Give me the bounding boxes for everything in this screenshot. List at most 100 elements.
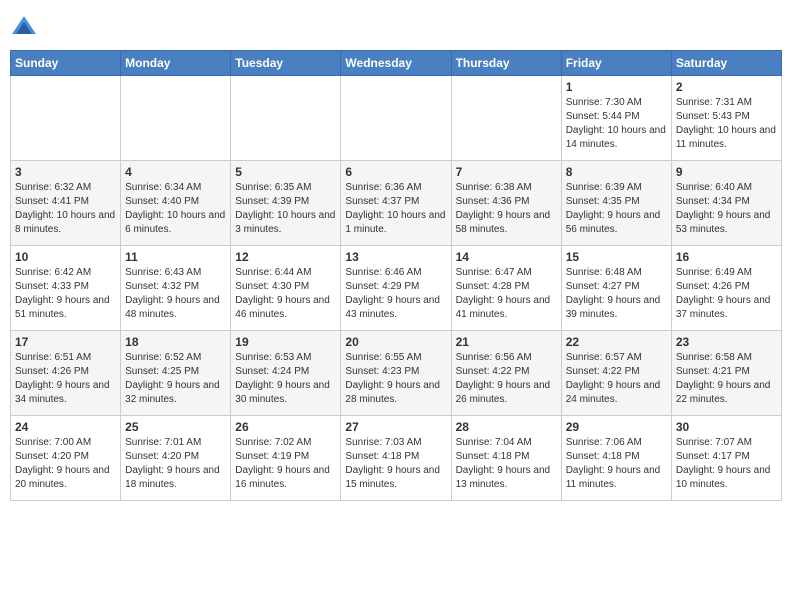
day-number: 15 — [566, 250, 667, 264]
day-info: Sunrise: 6:43 AM Sunset: 4:32 PM Dayligh… — [125, 266, 226, 322]
day-cell: 28Sunrise: 7:04 AM Sunset: 4:18 PM Dayli… — [451, 416, 561, 501]
day-info: Sunrise: 6:40 AM Sunset: 4:34 PM Dayligh… — [676, 181, 777, 237]
day-info: Sunrise: 6:55 AM Sunset: 4:23 PM Dayligh… — [345, 351, 446, 407]
col-header-monday: Monday — [121, 51, 231, 76]
day-number: 9 — [676, 165, 777, 179]
day-info: Sunrise: 6:53 AM Sunset: 4:24 PM Dayligh… — [235, 351, 336, 407]
day-cell — [231, 76, 341, 161]
day-info: Sunrise: 7:04 AM Sunset: 4:18 PM Dayligh… — [456, 436, 557, 492]
day-number: 23 — [676, 335, 777, 349]
day-info: Sunrise: 6:46 AM Sunset: 4:29 PM Dayligh… — [345, 266, 446, 322]
day-number: 24 — [15, 420, 116, 434]
day-info: Sunrise: 6:47 AM Sunset: 4:28 PM Dayligh… — [456, 266, 557, 322]
calendar-table: SundayMondayTuesdayWednesdayThursdayFrid… — [10, 50, 782, 501]
day-number: 27 — [345, 420, 446, 434]
day-cell: 12 Sunrise: 6:44 AM Sunset: 4:30 PM Dayli… — [231, 246, 341, 331]
day-number: 29 — [566, 420, 667, 434]
day-number: 2 — [676, 80, 777, 94]
week-row-2: 3 Sunrise: 6:32 AM Sunset: 4:41 PM Daylig… — [11, 161, 782, 246]
day-cell: 15 Sunrise: 6:48 AM Sunset: 4:27 PM Dayli… — [561, 246, 671, 331]
day-info: Sunrise: 7:02 AM Sunset: 4:19 PM Dayligh… — [235, 436, 336, 492]
day-info: Sunrise: 7:30 AM Sunset: 5:44 PM Dayligh… — [566, 96, 667, 152]
day-number: 19 — [235, 335, 336, 349]
day-info: Sunrise: 6:52 AM Sunset: 4:25 PM Dayligh… — [125, 351, 226, 407]
day-number: 16 — [676, 250, 777, 264]
day-cell: 20 Sunrise: 6:55 AM Sunset: 4:23 PM Dayli… — [341, 331, 451, 416]
day-info: Sunrise: 6:35 AM Sunset: 4:39 PM Dayligh… — [235, 181, 336, 237]
day-number: 1 — [566, 80, 667, 94]
day-cell: 14 Sunrise: 6:47 AM Sunset: 4:28 PM Dayli… — [451, 246, 561, 331]
day-number: 20 — [345, 335, 446, 349]
day-cell: 5 Sunrise: 6:35 AM Sunset: 4:39 PM Daylig… — [231, 161, 341, 246]
day-number: 10 — [15, 250, 116, 264]
day-info: Sunrise: 7:07 AM Sunset: 4:17 PM Dayligh… — [676, 436, 777, 492]
logo-icon — [10, 14, 38, 42]
day-number: 14 — [456, 250, 557, 264]
day-info: Sunrise: 6:48 AM Sunset: 4:27 PM Dayligh… — [566, 266, 667, 322]
day-info: Sunrise: 6:58 AM Sunset: 4:21 PM Dayligh… — [676, 351, 777, 407]
col-header-thursday: Thursday — [451, 51, 561, 76]
day-cell — [121, 76, 231, 161]
day-cell: 4 Sunrise: 6:34 AM Sunset: 4:40 PM Daylig… — [121, 161, 231, 246]
day-number: 5 — [235, 165, 336, 179]
day-cell: 16 Sunrise: 6:49 AM Sunset: 4:26 PM Dayli… — [671, 246, 781, 331]
day-number: 13 — [345, 250, 446, 264]
day-number: 11 — [125, 250, 226, 264]
day-cell: 26 Sunrise: 7:02 AM Sunset: 4:19 PM Dayli… — [231, 416, 341, 501]
day-number: 18 — [125, 335, 226, 349]
week-row-1: 1 Sunrise: 7:30 AM Sunset: 5:44 PM Daylig… — [11, 76, 782, 161]
day-number: 21 — [456, 335, 557, 349]
day-cell: 9 Sunrise: 6:40 AM Sunset: 4:34 PM Daylig… — [671, 161, 781, 246]
day-cell: 8Sunrise: 6:39 AM Sunset: 4:35 PM Daylig… — [561, 161, 671, 246]
day-number: 12 — [235, 250, 336, 264]
day-cell: 27 Sunrise: 7:03 AM Sunset: 4:18 PM Dayli… — [341, 416, 451, 501]
day-cell: 24Sunrise: 7:00 AM Sunset: 4:20 PM Dayli… — [11, 416, 121, 501]
day-info: Sunrise: 6:57 AM Sunset: 4:22 PM Dayligh… — [566, 351, 667, 407]
day-cell: 21 Sunrise: 6:56 AM Sunset: 4:22 PM Dayli… — [451, 331, 561, 416]
day-info: Sunrise: 7:03 AM Sunset: 4:18 PM Dayligh… — [345, 436, 446, 492]
day-number: 30 — [676, 420, 777, 434]
day-number: 3 — [15, 165, 116, 179]
day-cell: 2Sunrise: 7:31 AM Sunset: 5:43 PM Daylig… — [671, 76, 781, 161]
day-info: Sunrise: 6:42 AM Sunset: 4:33 PM Dayligh… — [15, 266, 116, 322]
day-cell: 29 Sunrise: 7:06 AM Sunset: 4:18 PM Dayli… — [561, 416, 671, 501]
logo — [10, 14, 42, 42]
day-cell: 7Sunrise: 6:38 AM Sunset: 4:36 PM Daylig… — [451, 161, 561, 246]
day-info: Sunrise: 6:56 AM Sunset: 4:22 PM Dayligh… — [456, 351, 557, 407]
day-info: Sunrise: 6:36 AM Sunset: 4:37 PM Dayligh… — [345, 181, 446, 237]
day-cell: 30 Sunrise: 7:07 AM Sunset: 4:17 PM Dayli… — [671, 416, 781, 501]
col-header-saturday: Saturday — [671, 51, 781, 76]
day-cell: 19 Sunrise: 6:53 AM Sunset: 4:24 PM Dayli… — [231, 331, 341, 416]
col-header-tuesday: Tuesday — [231, 51, 341, 76]
header — [10, 10, 782, 42]
day-cell — [451, 76, 561, 161]
day-number: 4 — [125, 165, 226, 179]
week-row-4: 17 Sunrise: 6:51 AM Sunset: 4:26 PM Dayli… — [11, 331, 782, 416]
day-info: Sunrise: 7:01 AM Sunset: 4:20 PM Dayligh… — [125, 436, 226, 492]
day-number: 26 — [235, 420, 336, 434]
day-number: 7 — [456, 165, 557, 179]
day-info: Sunrise: 6:34 AM Sunset: 4:40 PM Dayligh… — [125, 181, 226, 237]
week-row-5: 24Sunrise: 7:00 AM Sunset: 4:20 PM Dayli… — [11, 416, 782, 501]
day-cell: 18 Sunrise: 6:52 AM Sunset: 4:25 PM Dayli… — [121, 331, 231, 416]
col-header-friday: Friday — [561, 51, 671, 76]
day-cell: 10 Sunrise: 6:42 AM Sunset: 4:33 PM Dayli… — [11, 246, 121, 331]
day-cell: 13 Sunrise: 6:46 AM Sunset: 4:29 PM Dayli… — [341, 246, 451, 331]
day-cell: 11 Sunrise: 6:43 AM Sunset: 4:32 PM Dayli… — [121, 246, 231, 331]
day-info: Sunrise: 6:51 AM Sunset: 4:26 PM Dayligh… — [15, 351, 116, 407]
day-info: Sunrise: 7:06 AM Sunset: 4:18 PM Dayligh… — [566, 436, 667, 492]
day-cell: 17 Sunrise: 6:51 AM Sunset: 4:26 PM Dayli… — [11, 331, 121, 416]
day-number: 22 — [566, 335, 667, 349]
day-cell — [11, 76, 121, 161]
day-info: Sunrise: 6:32 AM Sunset: 4:41 PM Dayligh… — [15, 181, 116, 237]
day-number: 6 — [345, 165, 446, 179]
day-cell: 25Sunrise: 7:01 AM Sunset: 4:20 PM Dayli… — [121, 416, 231, 501]
day-cell: 23 Sunrise: 6:58 AM Sunset: 4:21 PM Dayli… — [671, 331, 781, 416]
header-row: SundayMondayTuesdayWednesdayThursdayFrid… — [11, 51, 782, 76]
day-info: Sunrise: 6:44 AM Sunset: 4:30 PM Dayligh… — [235, 266, 336, 322]
day-cell: 3 Sunrise: 6:32 AM Sunset: 4:41 PM Daylig… — [11, 161, 121, 246]
day-cell: 6 Sunrise: 6:36 AM Sunset: 4:37 PM Daylig… — [341, 161, 451, 246]
day-cell — [341, 76, 451, 161]
day-info: Sunrise: 6:49 AM Sunset: 4:26 PM Dayligh… — [676, 266, 777, 322]
day-number: 17 — [15, 335, 116, 349]
